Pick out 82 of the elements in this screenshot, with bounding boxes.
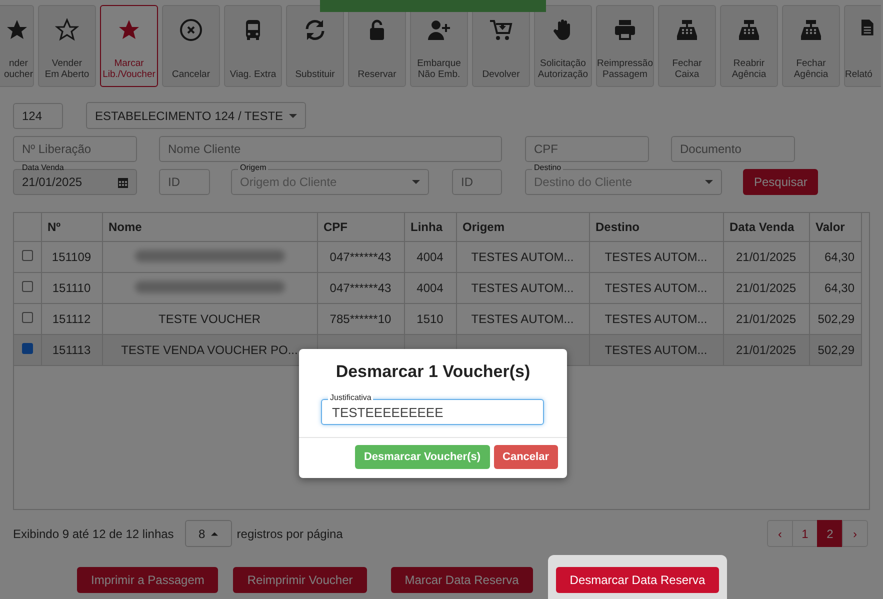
toolbar-button[interactable]: Reimpressão Passagem <box>596 5 654 87</box>
caret-icon <box>289 114 298 118</box>
page-size-label: registros por página <box>236 526 343 540</box>
action-button[interactable]: Desmarcar Data Reserva <box>556 567 720 593</box>
page-link[interactable]: 1 <box>792 520 818 547</box>
star-icon <box>5 18 29 42</box>
confirm-button[interactable]: Desmarcar Voucher(s) <box>354 445 490 469</box>
table-cell: 4004 <box>404 242 456 272</box>
cpf-field[interactable]: CPF <box>525 136 649 162</box>
action-button[interactable]: Imprimir a Passagem <box>77 567 218 593</box>
caret-icon <box>412 180 420 184</box>
toolbar-button[interactable]: Cancelar <box>162 5 220 87</box>
search-button[interactable]: Pesquisar <box>743 169 818 195</box>
table-cell: 151110 <box>41 272 102 304</box>
action-button[interactable]: Reimprimir Voucher <box>233 567 367 593</box>
page-link[interactable]: 2 <box>817 520 843 547</box>
destination-id-field[interactable]: ID <box>452 169 502 195</box>
column-header: Nome <box>102 213 317 242</box>
table-cell: 151109 <box>41 242 102 272</box>
table-cell: 047******43 <box>317 272 404 304</box>
table-cell: 21/01/2025 <box>723 334 809 366</box>
cash-register-icon <box>675 18 699 42</box>
column-header: Nº <box>41 213 102 242</box>
row-checkbox[interactable] <box>22 281 33 292</box>
table-cell: 64,30 <box>809 272 861 304</box>
add-user-icon <box>427 18 451 42</box>
toolbar-button[interactable]: Substituir <box>286 5 344 87</box>
table-cell: TESTES AUTOM... <box>589 272 723 304</box>
row-checkbox[interactable] <box>22 343 33 354</box>
table-cell: TESTES AUTOM... <box>589 334 723 366</box>
dialog-title: Desmarcar 1 Voucher(s) <box>334 362 532 382</box>
table-cell: TESTES AUTOM... <box>589 242 723 272</box>
refresh-icon <box>303 18 327 42</box>
release-number-field[interactable]: Nº Liberação <box>13 136 137 162</box>
column-header: Destino <box>589 213 723 242</box>
table-cell: TESTES AUTOM... <box>456 242 589 272</box>
table-cell: 047******43 <box>317 242 404 272</box>
agency-dropdown[interactable]: ESTABELECIMENTO 124 / TESTE <box>86 102 306 129</box>
caret-icon <box>705 180 713 184</box>
origin-id-field[interactable]: ID <box>159 169 210 195</box>
column-header: Data Venda <box>723 213 809 242</box>
table-cell: 21/01/2025 <box>723 272 809 304</box>
toolbar-button[interactable]: Reabrir Agência <box>720 5 778 87</box>
table-cell: 4004 <box>404 272 456 304</box>
toolbar-button[interactable]: nder oucher <box>0 5 34 87</box>
agency-code-field[interactable]: 124 <box>13 103 63 129</box>
star-icon <box>117 18 141 42</box>
cart-icon <box>489 18 513 42</box>
client-name-field[interactable]: Nome Cliente <box>159 136 502 162</box>
table-cell: 21/01/2025 <box>723 242 809 272</box>
star-icon <box>55 18 79 42</box>
cash-register-icon <box>737 18 761 42</box>
pagination-summary: Exibindo 9 até 12 de 12 linhas <box>13 526 174 540</box>
toolbar-button[interactable]: Viag. Extra <box>224 5 282 87</box>
printer-icon <box>613 18 637 42</box>
cancel-button[interactable]: Cancelar <box>494 445 558 469</box>
row-checkbox[interactable] <box>22 250 33 261</box>
row-checkbox[interactable] <box>22 312 33 323</box>
table-cell: TESTES AUTOM... <box>456 272 589 304</box>
table-cell: 64,30 <box>809 242 861 272</box>
toolbar-button[interactable]: Fechar Agência <box>782 5 840 87</box>
toolbar-button[interactable]: Solicitação Autorização <box>534 5 592 87</box>
cancel-icon <box>179 18 203 42</box>
column-header: Linha <box>404 213 456 242</box>
cash-register-icon <box>799 18 823 42</box>
table-cell: 151113 <box>41 334 102 366</box>
previous-page-link[interactable]: ‹ <box>767 520 793 547</box>
table-cell: TESTE VENDA VOUCHER PO... <box>102 334 317 366</box>
toolbar-button[interactable]: Relató <box>844 5 881 87</box>
column-header: CPF <box>317 213 404 242</box>
caret-icon <box>211 532 218 536</box>
calendar-icon <box>118 176 128 188</box>
page-size-select[interactable]: 8 <box>184 520 232 547</box>
document-field[interactable]: Documento <box>671 136 795 162</box>
toolbar-button[interactable]: Vender Em Aberto <box>38 5 96 87</box>
toolbar-button[interactable]: Marcar Lib./Voucher <box>100 5 158 87</box>
next-page-link[interactable]: › <box>842 520 868 547</box>
column-header: Origem <box>456 213 589 242</box>
action-button[interactable]: Marcar Data Reserva <box>390 567 533 593</box>
column-header: Valor <box>809 213 861 242</box>
table-cell: 502,29 <box>809 334 861 366</box>
toolbar-button[interactable]: Fechar Caixa <box>658 5 716 87</box>
